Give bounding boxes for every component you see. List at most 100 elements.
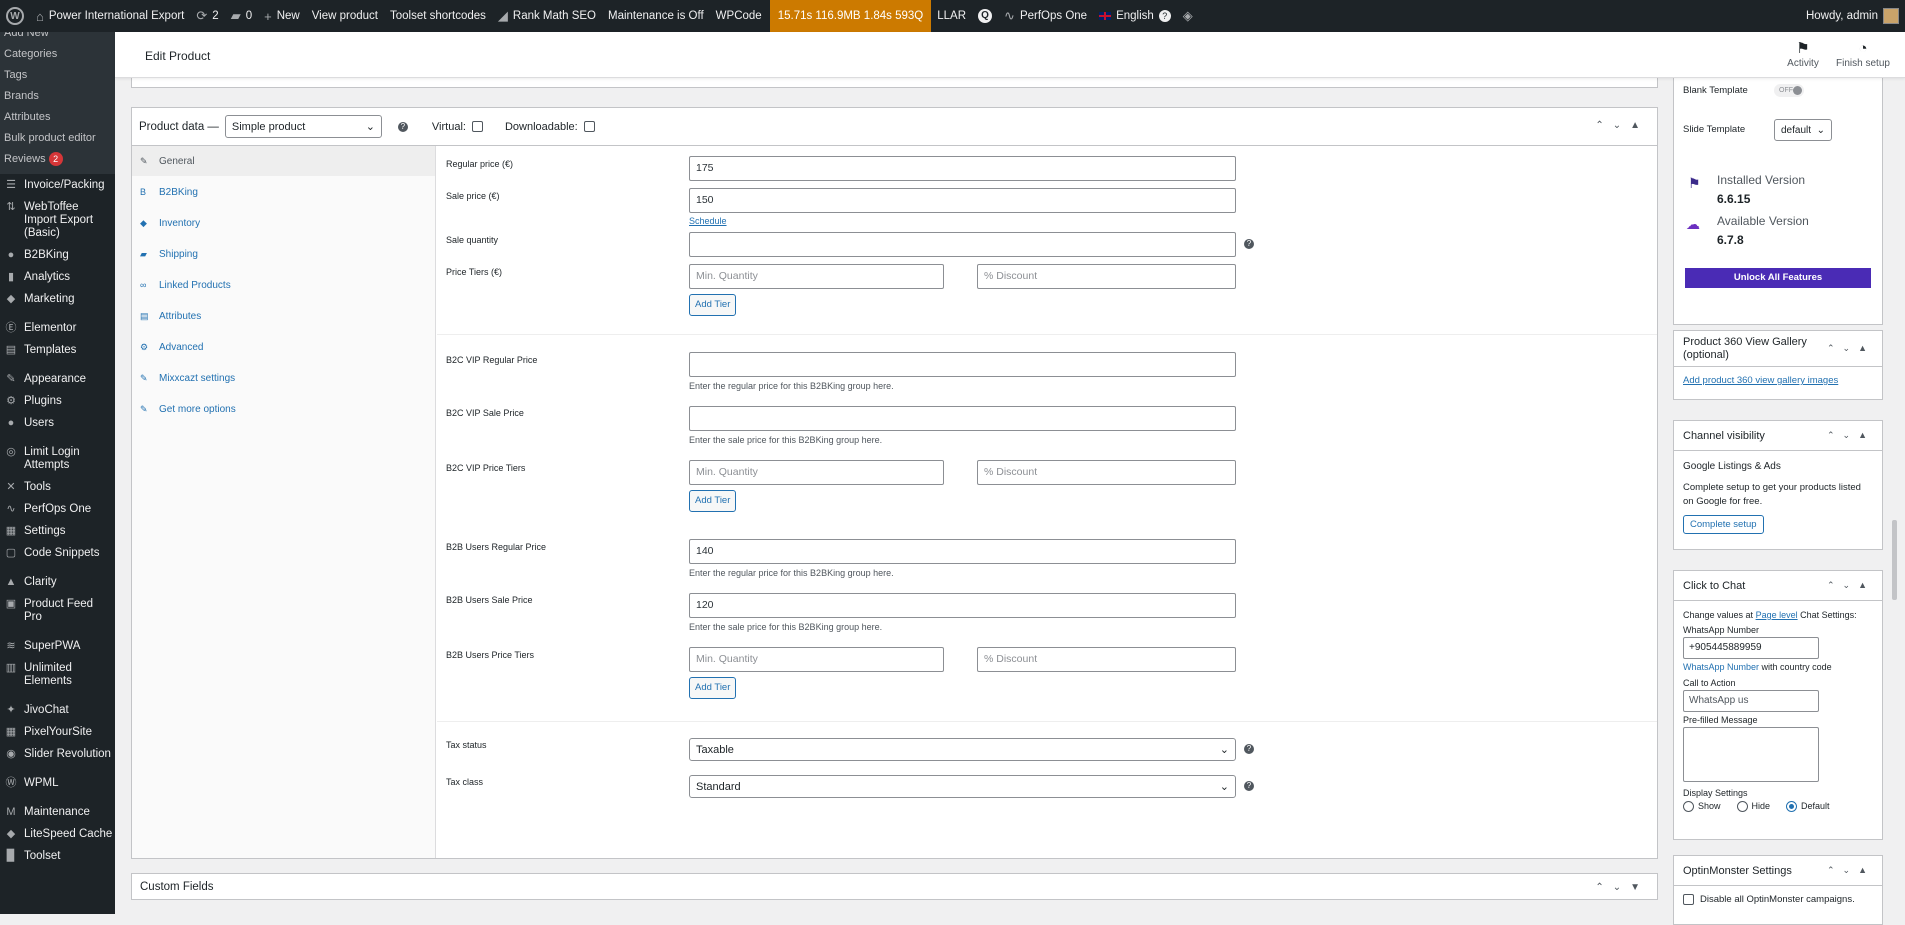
- menu-item-users[interactable]: ● Users: [0, 412, 115, 434]
- menu-item-analytics[interactable]: ▮ Analytics: [0, 266, 115, 288]
- sale-quantity-input[interactable]: [689, 232, 1236, 257]
- wpml-diamond-icon[interactable]: ◈: [1177, 0, 1199, 32]
- tab-linked-products[interactable]: ∞ Linked Products: [132, 270, 435, 301]
- menu-item-unlimited-elements[interactable]: ▥ Unlimited Elements: [0, 657, 115, 692]
- whatsapp-number-input[interactable]: +905445889959: [1683, 637, 1819, 659]
- toolset-shortcodes-link[interactable]: Toolset shortcodes: [384, 0, 492, 32]
- site-name-link[interactable]: ⌂ Power International Export: [30, 0, 190, 32]
- add-tier-button[interactable]: Add Tier: [689, 294, 737, 316]
- tab-mixxcazt-settings[interactable]: ✎ Mixxcazt settings: [132, 363, 435, 394]
- menu-item-slider-revolution[interactable]: ◉ Slider Revolution: [0, 743, 115, 765]
- b2c-add-tier-button[interactable]: Add Tier: [689, 490, 737, 512]
- menu-item-tools[interactable]: ✕ Tools: [0, 476, 115, 498]
- wpcode-link[interactable]: WPCode: [710, 0, 768, 32]
- menu-item-jivochat[interactable]: ✦ JivoChat: [0, 699, 115, 721]
- box-controls[interactable]: ⌃⌄▲: [1827, 430, 1875, 441]
- help-icon[interactable]: ?: [1244, 239, 1254, 249]
- tier-discount-input[interactable]: % Discount: [977, 264, 1236, 289]
- submenu-item[interactable]: Add New: [0, 32, 115, 44]
- menu-item-appearance[interactable]: ✎ Appearance: [0, 368, 115, 390]
- menu-item-plugins[interactable]: ⚙ Plugins: [0, 390, 115, 412]
- b2c-vip-regular-price-input[interactable]: [689, 352, 1236, 377]
- tab-attributes[interactable]: ▤ Attributes: [132, 301, 435, 332]
- show-radio[interactable]: Show: [1683, 800, 1721, 813]
- menu-item-litespeed-cache[interactable]: ◆ LiteSpeed Cache: [0, 823, 115, 845]
- menu-item-product-feed-pro[interactable]: ▣ Product Feed Pro: [0, 593, 115, 628]
- blank-template-toggle[interactable]: OFF: [1774, 84, 1804, 97]
- box-controls[interactable]: ⌃⌄▲: [1827, 580, 1875, 591]
- box-controls[interactable]: ⌃⌄▲: [1827, 865, 1875, 876]
- complete-setup-button[interactable]: Complete setup: [1683, 515, 1764, 534]
- box-controls[interactable]: ⌃⌄▼: [1595, 882, 1649, 893]
- b2c-tier-discount-input[interactable]: % Discount: [977, 460, 1236, 485]
- unlock-features-button[interactable]: Unlock All Features: [1685, 268, 1871, 288]
- b2c-tier-min-quantity-input[interactable]: Min. Quantity: [689, 460, 944, 485]
- menu-item-webtoffee-import-export-basic[interactable]: ⇅ WebToffee Import Export (Basic): [0, 196, 115, 244]
- submenu-item[interactable]: Bulk product editor: [0, 128, 115, 149]
- hide-radio[interactable]: Hide: [1736, 800, 1770, 813]
- activity-button[interactable]: ⚑ Activity: [1773, 40, 1833, 69]
- scrollbar[interactable]: [1892, 520, 1897, 600]
- b2b-regular-price-input[interactable]: 140: [689, 539, 1236, 564]
- rank-math-link[interactable]: ◢ Rank Math SEO: [492, 0, 602, 32]
- finish-setup-button[interactable]: ◔ Finish setup: [1833, 40, 1893, 69]
- view-product-link[interactable]: View product: [306, 0, 384, 32]
- help-icon[interactable]: ?: [1244, 744, 1254, 754]
- menu-item-toolset[interactable]: ▉ Toolset: [0, 845, 115, 867]
- menu-item-templates[interactable]: ▤ Templates: [0, 339, 115, 361]
- tab-b2bking[interactable]: B B2BKing: [132, 177, 435, 208]
- menu-item-pixelyoursite[interactable]: ▦ PixelYourSite: [0, 721, 115, 743]
- b2c-vip-sale-price-input[interactable]: [689, 406, 1236, 431]
- my-account-link[interactable]: Howdy, admin: [1800, 0, 1905, 32]
- tab-general[interactable]: ✎ General: [132, 146, 435, 177]
- language-switcher[interactable]: English?: [1093, 0, 1177, 32]
- q-icon[interactable]: Q: [972, 0, 998, 32]
- menu-item-marketing[interactable]: ◆ Marketing: [0, 288, 115, 310]
- tab-get-more-options[interactable]: ✎ Get more options: [132, 394, 435, 425]
- wp-logo[interactable]: W: [0, 0, 30, 32]
- tab-advanced[interactable]: ⚙ Advanced: [132, 332, 435, 363]
- help-icon[interactable]: ?: [1244, 781, 1254, 791]
- query-monitor-stats[interactable]: 15.71s 116.9MB 1.84s 593Q: [769, 0, 932, 32]
- product-type-select[interactable]: Simple product ⌄: [224, 115, 382, 138]
- submenu-item[interactable]: Categories: [0, 44, 115, 65]
- b2b-sale-price-input[interactable]: 120: [689, 593, 1236, 618]
- submenu-item[interactable]: Brands: [0, 86, 115, 107]
- menu-item-b2bking[interactable]: ● B2BKing: [0, 244, 115, 266]
- menu-item-clarity[interactable]: ▲ Clarity: [0, 571, 115, 593]
- menu-item-code-snippets[interactable]: ▢ Code Snippets: [0, 542, 115, 564]
- new-content-link[interactable]: + New: [258, 0, 306, 32]
- downloadable-checkbox[interactable]: [583, 121, 595, 132]
- menu-item-perfops-one[interactable]: ∿ PerfOps One: [0, 498, 115, 520]
- b2b-tier-min-quantity-input[interactable]: Min. Quantity: [689, 647, 944, 672]
- virtual-checkbox[interactable]: [471, 121, 483, 132]
- perfops-link[interactable]: ∿ PerfOps One: [998, 0, 1093, 32]
- help-icon[interactable]: ?: [397, 121, 408, 132]
- menu-item-maintenance[interactable]: M Maintenance: [0, 801, 115, 823]
- menu-item-superpwa[interactable]: ≋ SuperPWA: [0, 635, 115, 657]
- box-controls[interactable]: ⌃⌄▲: [1827, 343, 1875, 354]
- tab-shipping[interactable]: ▰ Shipping: [132, 239, 435, 270]
- page-level-link[interactable]: Page level: [1756, 610, 1798, 620]
- tax-class-select[interactable]: Standard ⌄: [689, 775, 1236, 798]
- menu-item-elementor[interactable]: Ⓔ Elementor: [0, 317, 115, 339]
- menu-item-wpml[interactable]: Ⓦ WPML: [0, 772, 115, 794]
- b2b-tier-discount-input[interactable]: % Discount: [977, 647, 1236, 672]
- whatsapp-number-link[interactable]: WhatsApp Number: [1683, 662, 1759, 672]
- comments-link[interactable]: ▰ 0: [225, 0, 258, 32]
- menu-item-settings[interactable]: ▦ Settings: [0, 520, 115, 542]
- add-360-images-link[interactable]: Add product 360 view gallery images: [1674, 367, 1882, 394]
- menu-item-limit-login-attempts[interactable]: ◎ Limit Login Attempts: [0, 441, 115, 476]
- tab-inventory[interactable]: ◆ Inventory: [132, 208, 435, 239]
- regular-price-input[interactable]: 175: [689, 156, 1236, 181]
- disable-campaigns-checkbox[interactable]: [1683, 894, 1694, 905]
- box-controls[interactable]: ⌃⌄▲: [1595, 120, 1649, 131]
- schedule-link[interactable]: Schedule: [689, 216, 727, 226]
- call-to-action-input[interactable]: WhatsApp us: [1683, 690, 1819, 712]
- menu-item-invoice-packing[interactable]: ☰ Invoice/Packing: [0, 174, 115, 196]
- maintenance-link[interactable]: Maintenance is Off: [602, 0, 710, 32]
- submenu-item[interactable]: Tags: [0, 65, 115, 86]
- updates-link[interactable]: ⟳ 2: [190, 0, 224, 32]
- llar-link[interactable]: LLAR: [931, 0, 972, 32]
- tax-status-select[interactable]: Taxable ⌄: [689, 738, 1236, 761]
